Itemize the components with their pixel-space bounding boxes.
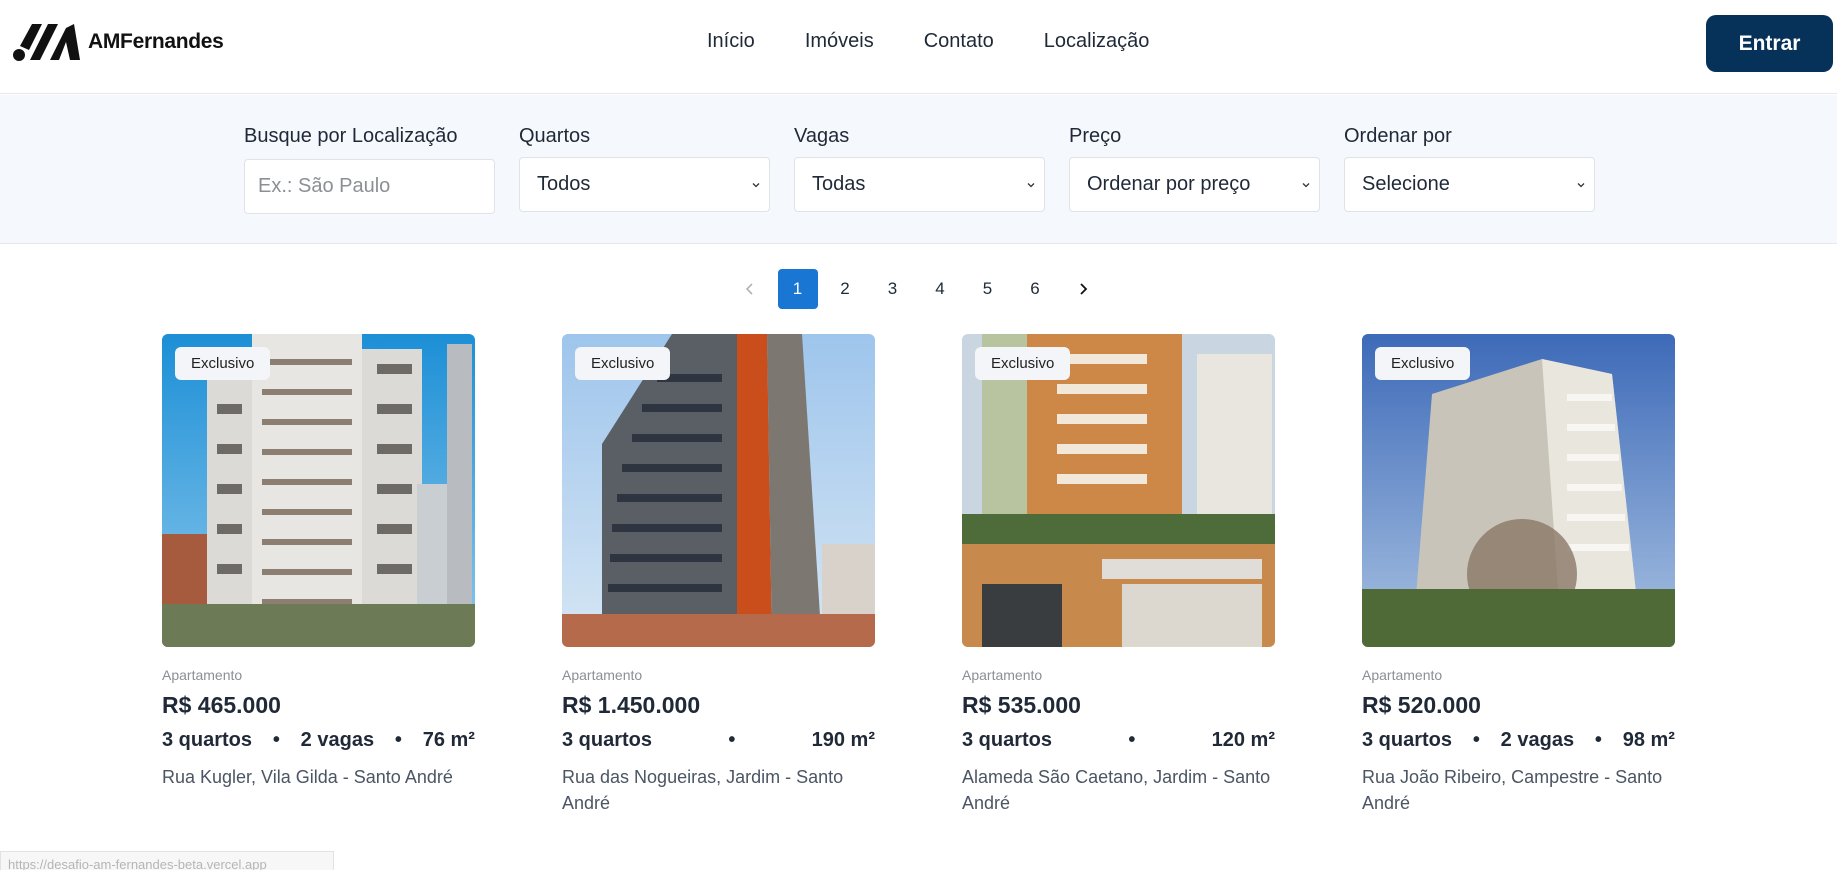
nav-link-inicio[interactable]: Início bbox=[707, 30, 755, 53]
location-filter-label: Busque por Localização bbox=[244, 125, 458, 147]
property-price: R$ 465.000 bbox=[162, 692, 281, 718]
spec-separator: • bbox=[1472, 729, 1480, 751]
area-size: 98 m² bbox=[1622, 729, 1675, 751]
property-type: Apartamento bbox=[562, 667, 643, 683]
building-photo bbox=[1362, 334, 1675, 647]
location-filter: Busque por Localização Ex.: São Paulo bbox=[244, 125, 495, 214]
rooms-select-value: Todos bbox=[537, 173, 591, 195]
sort-filter: Ordenar por Selecione bbox=[1344, 125, 1595, 212]
property-type: Apartamento bbox=[1362, 667, 1443, 683]
spec-separator: • bbox=[394, 729, 402, 751]
area-size: 190 m² bbox=[811, 729, 875, 751]
sort-select[interactable]: Selecione bbox=[1344, 157, 1595, 212]
property-price: R$ 1.450.000 bbox=[562, 692, 701, 718]
rooms-count: 3 quartos bbox=[162, 729, 253, 751]
prev-page-button[interactable] bbox=[730, 269, 770, 309]
page-button-3[interactable]: 3 bbox=[873, 269, 913, 309]
brand-logo[interactable]: AMFernandes bbox=[12, 22, 224, 62]
page-button-5[interactable]: 5 bbox=[968, 269, 1008, 309]
property-price: R$ 535.000 bbox=[962, 692, 1081, 718]
exclusive-badge: Exclusivo bbox=[575, 347, 671, 380]
property-price: R$ 520.000 bbox=[1362, 692, 1481, 718]
rooms-select[interactable]: Todos bbox=[519, 157, 770, 212]
logo-mark-icon bbox=[13, 24, 80, 61]
rooms-count: 3 quartos bbox=[962, 729, 1053, 751]
spec-separator: • bbox=[1128, 729, 1136, 751]
exclusive-badge: Exclusivo bbox=[975, 347, 1071, 380]
price-select-value: Ordenar por preço bbox=[1087, 173, 1251, 195]
rooms-filter: Quartos Todos bbox=[519, 125, 770, 212]
price-filter: Preço Ordenar por preço bbox=[1069, 125, 1320, 212]
property-address: Rua das Nogueiras, Jardim - Santo André bbox=[562, 767, 844, 813]
page-button-2[interactable]: 2 bbox=[825, 269, 865, 309]
property-card[interactable]: Exclusivo Apartamento R$ 520.000 3 quart… bbox=[1362, 334, 1675, 816]
sort-filter-label: Ordenar por bbox=[1344, 125, 1452, 147]
nav-link-imoveis[interactable]: Imóveis bbox=[805, 30, 874, 53]
exclusive-badge: Exclusivo bbox=[175, 347, 271, 380]
sort-select-value: Selecione bbox=[1362, 173, 1450, 195]
next-page-button[interactable] bbox=[1063, 269, 1103, 309]
parking-count: 2 vagas bbox=[300, 729, 375, 751]
chevron-left-icon bbox=[745, 283, 753, 295]
property-specs: 3 quartos • 2 vagas • 98 m² bbox=[1362, 729, 1675, 752]
parking-filter: Vagas Todas bbox=[794, 125, 1045, 212]
spec-separator: • bbox=[1594, 729, 1602, 751]
area-size: 120 m² bbox=[1211, 729, 1275, 751]
page-button-6[interactable]: 6 bbox=[1015, 269, 1055, 309]
property-card[interactable]: Exclusivo Apartamento R$ 465.000 3 quart… bbox=[162, 334, 475, 790]
pagination: 1 2 3 4 5 6 bbox=[730, 269, 1110, 309]
property-specs: 3 quartos • 120 m² bbox=[962, 729, 1275, 752]
property-photo[interactable]: Exclusivo bbox=[162, 334, 475, 647]
parking-filter-label: Vagas bbox=[794, 125, 850, 147]
property-type: Apartamento bbox=[162, 667, 243, 683]
area-size: 76 m² bbox=[422, 729, 475, 751]
filter-bar: Busque por Localização Ex.: São Paulo Qu… bbox=[0, 95, 1837, 244]
chevron-down-icon bbox=[1302, 182, 1310, 187]
login-button[interactable]: Entrar bbox=[1706, 15, 1833, 72]
parking-select-value: Todas bbox=[812, 173, 866, 195]
exclusive-badge: Exclusivo bbox=[1375, 347, 1471, 380]
property-specs: 3 quartos • 190 m² bbox=[562, 729, 875, 752]
chevron-down-icon bbox=[1027, 182, 1035, 187]
rooms-count: 3 quartos bbox=[1362, 729, 1453, 751]
property-type: Apartamento bbox=[962, 667, 1043, 683]
property-photo[interactable]: Exclusivo bbox=[562, 334, 875, 647]
property-photo[interactable]: Exclusivo bbox=[962, 334, 1275, 647]
price-select[interactable]: Ordenar por preço bbox=[1069, 157, 1320, 212]
price-filter-label: Preço bbox=[1069, 125, 1122, 147]
building-photo bbox=[162, 334, 475, 647]
property-photo[interactable]: Exclusivo bbox=[1362, 334, 1675, 647]
parking-select[interactable]: Todas bbox=[794, 157, 1045, 212]
rooms-filter-label: Quartos bbox=[519, 125, 591, 147]
spec-separator: • bbox=[728, 729, 736, 751]
building-photo bbox=[562, 334, 875, 647]
location-search-input[interactable]: Ex.: São Paulo bbox=[244, 159, 495, 214]
nav-link-localizacao[interactable]: Localização bbox=[1044, 30, 1150, 53]
rooms-count: 3 quartos bbox=[562, 729, 653, 751]
chevron-down-icon bbox=[752, 182, 760, 187]
site-header: AMFernandes Início Imóveis Contato Local… bbox=[0, 0, 1837, 94]
property-address: Rua Kugler, Vila Gilda - Santo André bbox=[162, 767, 453, 787]
parking-count: 2 vagas bbox=[1500, 729, 1575, 751]
property-address: Rua João Ribeiro, Campestre - Santo Andr… bbox=[1362, 767, 1663, 813]
chevron-down-icon bbox=[1577, 182, 1585, 187]
property-specs: 3 quartos • 2 vagas • 76 m² bbox=[162, 729, 475, 752]
property-address: Alameda São Caetano, Jardim - Santo Andr… bbox=[962, 767, 1271, 813]
building-photo bbox=[962, 334, 1275, 647]
main-nav: Início Imóveis Contato Localização bbox=[707, 30, 1149, 53]
property-card[interactable]: Exclusivo Apartamento R$ 1.450.000 3 qua… bbox=[562, 334, 875, 816]
property-card[interactable]: Exclusivo Apartamento R$ 535.000 3 quart… bbox=[962, 334, 1275, 816]
chevron-right-icon bbox=[1079, 283, 1087, 295]
page-button-4[interactable]: 4 bbox=[920, 269, 960, 309]
nav-link-contato[interactable]: Contato bbox=[924, 30, 994, 53]
brand-name: AMFernandes bbox=[88, 30, 224, 53]
spec-separator: • bbox=[272, 729, 280, 751]
status-bar-url: https://desafio-am-fernandes-beta.vercel… bbox=[0, 851, 334, 870]
page-button-1[interactable]: 1 bbox=[777, 269, 818, 309]
